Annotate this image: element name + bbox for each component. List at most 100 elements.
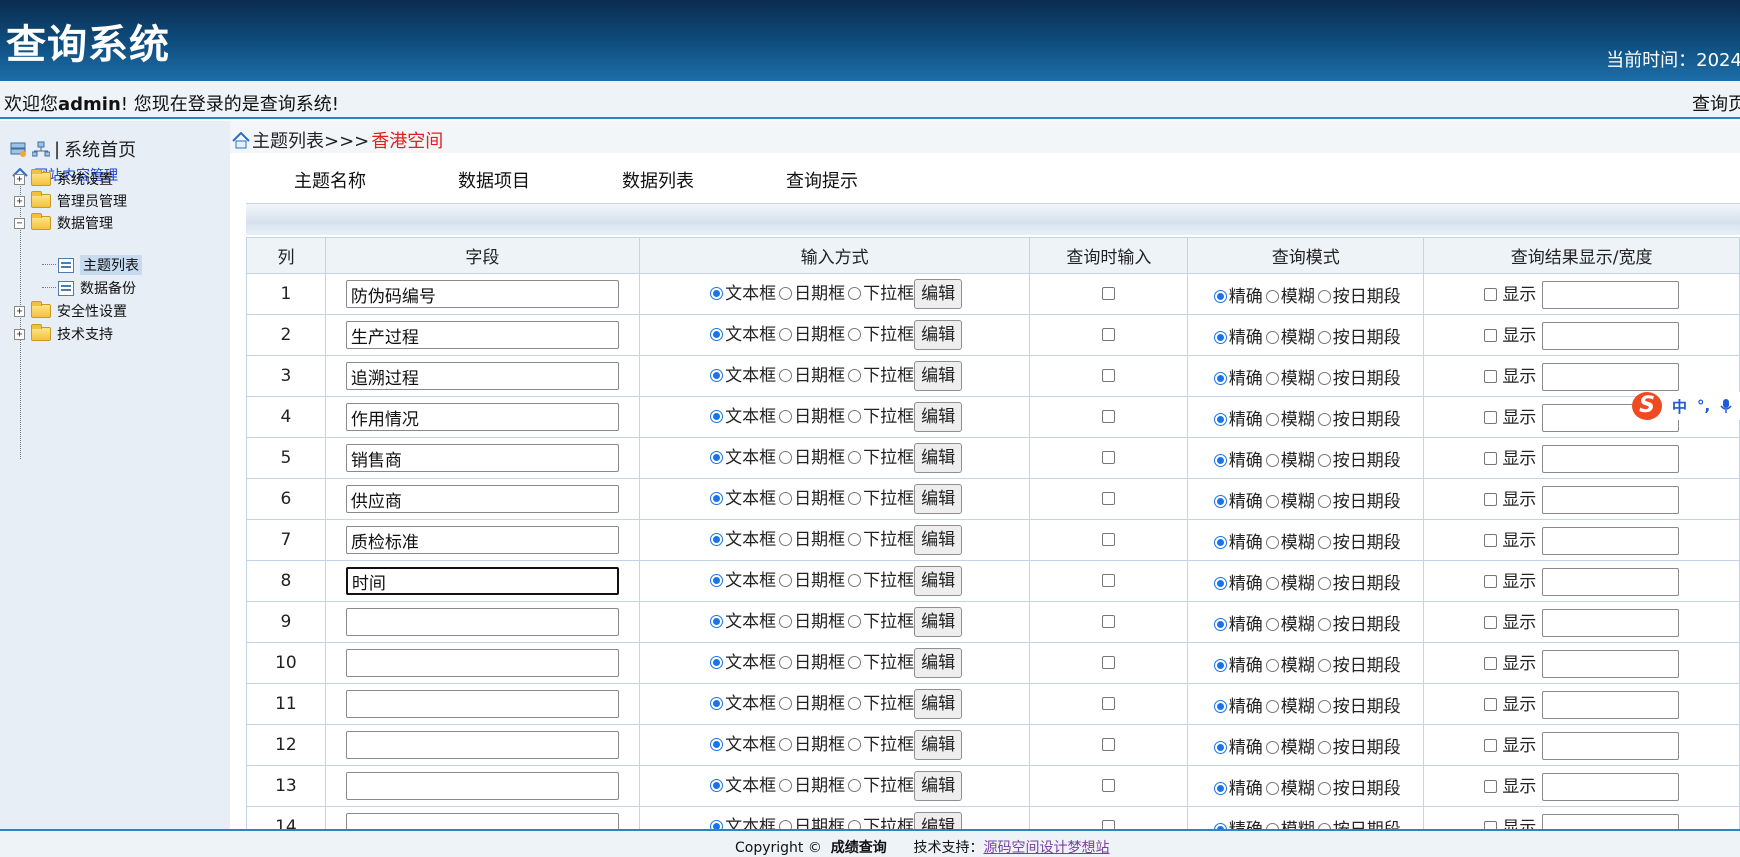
- edit-button[interactable]: 编辑: [914, 443, 963, 473]
- edit-button[interactable]: 编辑: [914, 771, 963, 801]
- input-method-radio[interactable]: [779, 574, 793, 587]
- width-input[interactable]: [1542, 690, 1680, 719]
- input-method-radio[interactable]: [848, 287, 862, 300]
- input-method-radio[interactable]: [710, 779, 724, 792]
- query-mode-radio[interactable]: [1265, 658, 1279, 672]
- query-mode-radio[interactable]: [1265, 535, 1279, 549]
- edit-button[interactable]: 编辑: [914, 525, 963, 555]
- field-name-input[interactable]: [345, 321, 619, 349]
- input-method-radio[interactable]: [710, 492, 724, 505]
- input-method-radio[interactable]: [779, 779, 793, 792]
- width-input[interactable]: [1542, 362, 1680, 391]
- show-checkbox[interactable]: [1483, 574, 1497, 588]
- query-mode-radio[interactable]: [1213, 576, 1227, 590]
- input-method-radio[interactable]: [848, 697, 862, 710]
- input-method-radio[interactable]: [848, 574, 862, 587]
- width-input[interactable]: [1542, 485, 1680, 514]
- field-name-input[interactable]: [345, 649, 619, 677]
- query-mode-radio[interactable]: [1213, 535, 1227, 549]
- input-method-radio[interactable]: [779, 369, 793, 382]
- edit-button[interactable]: 编辑: [914, 279, 963, 309]
- input-method-radio[interactable]: [848, 779, 862, 792]
- query-input-checkbox[interactable]: [1102, 410, 1116, 423]
- show-checkbox[interactable]: [1483, 287, 1497, 301]
- input-method-radio[interactable]: [848, 656, 862, 669]
- width-input[interactable]: [1542, 731, 1680, 760]
- edit-button[interactable]: 编辑: [914, 607, 963, 637]
- query-input-checkbox[interactable]: [1102, 697, 1116, 710]
- edit-button[interactable]: 编辑: [914, 812, 963, 829]
- sidebar-item-security-settings[interactable]: + 安全性设置: [14, 301, 127, 321]
- query-mode-radio[interactable]: [1317, 453, 1331, 467]
- query-mode-radio[interactable]: [1317, 494, 1331, 508]
- input-method-radio[interactable]: [710, 820, 724, 829]
- field-name-input[interactable]: [345, 403, 619, 431]
- show-checkbox[interactable]: [1483, 533, 1497, 547]
- tab-data-items[interactable]: 数据项目: [458, 167, 530, 193]
- input-method-radio[interactable]: [848, 328, 862, 341]
- input-method-radio[interactable]: [779, 328, 793, 341]
- tab-query-tips[interactable]: 查询提示: [786, 167, 858, 193]
- query-mode-radio[interactable]: [1213, 617, 1227, 631]
- query-mode-radio[interactable]: [1265, 617, 1279, 631]
- edit-button[interactable]: 编辑: [914, 730, 963, 760]
- width-input[interactable]: [1542, 813, 1680, 829]
- input-method-radio[interactable]: [710, 574, 724, 587]
- input-method-radio[interactable]: [710, 451, 724, 464]
- query-mode-radio[interactable]: [1213, 330, 1227, 344]
- show-checkbox[interactable]: [1483, 779, 1497, 793]
- input-method-radio[interactable]: [848, 533, 862, 546]
- query-input-checkbox[interactable]: [1102, 533, 1116, 546]
- show-checkbox[interactable]: [1483, 738, 1497, 752]
- query-mode-radio[interactable]: [1265, 289, 1279, 303]
- width-input[interactable]: [1542, 567, 1680, 596]
- input-method-radio[interactable]: [848, 492, 862, 505]
- query-mode-radio[interactable]: [1265, 699, 1279, 713]
- field-name-input[interactable]: [345, 567, 619, 595]
- query-input-checkbox[interactable]: [1102, 492, 1116, 505]
- query-page-link[interactable]: 查询页: [1692, 90, 1740, 116]
- query-mode-radio[interactable]: [1317, 289, 1331, 303]
- query-mode-radio[interactable]: [1317, 535, 1331, 549]
- edit-button[interactable]: 编辑: [914, 402, 963, 432]
- microphone-icon[interactable]: [1720, 398, 1732, 414]
- sidebar-item-admin-management[interactable]: + 管理员管理: [14, 191, 127, 211]
- tab-topic-name[interactable]: 主题名称: [294, 167, 366, 193]
- field-name-input[interactable]: [345, 731, 619, 759]
- query-input-checkbox[interactable]: [1102, 779, 1116, 792]
- show-checkbox[interactable]: [1483, 369, 1497, 383]
- tab-data-list[interactable]: 数据列表: [622, 167, 694, 193]
- edit-button[interactable]: 编辑: [914, 320, 963, 350]
- show-checkbox[interactable]: [1483, 656, 1497, 670]
- input-method-radio[interactable]: [779, 738, 793, 751]
- input-method-radio[interactable]: [779, 451, 793, 464]
- width-input[interactable]: [1542, 649, 1680, 678]
- ime-toolbar[interactable]: S 中 °,: [1632, 392, 1740, 420]
- edit-button[interactable]: 编辑: [914, 648, 963, 678]
- input-method-radio[interactable]: [710, 697, 724, 710]
- query-mode-radio[interactable]: [1265, 412, 1279, 426]
- field-name-input[interactable]: [345, 690, 619, 718]
- query-mode-radio[interactable]: [1213, 371, 1227, 385]
- input-method-radio[interactable]: [710, 410, 724, 423]
- width-input[interactable]: [1542, 280, 1680, 309]
- sidebar-subitem-data-backup[interactable]: 数据备份: [58, 278, 136, 298]
- width-input[interactable]: [1542, 526, 1680, 555]
- query-input-checkbox[interactable]: [1102, 656, 1116, 669]
- query-mode-radio[interactable]: [1317, 617, 1331, 631]
- show-checkbox[interactable]: [1483, 451, 1497, 465]
- query-mode-radio[interactable]: [1265, 330, 1279, 344]
- field-name-input[interactable]: [345, 608, 619, 636]
- sidebar-item-tech-support[interactable]: + 技术支持: [14, 324, 113, 344]
- input-method-radio[interactable]: [779, 410, 793, 423]
- query-mode-radio[interactable]: [1317, 412, 1331, 426]
- query-mode-radio[interactable]: [1317, 371, 1331, 385]
- query-input-checkbox[interactable]: [1102, 820, 1116, 829]
- query-mode-radio[interactable]: [1213, 453, 1227, 467]
- width-input[interactable]: [1542, 772, 1680, 801]
- input-method-radio[interactable]: [848, 820, 862, 829]
- field-name-input[interactable]: [345, 813, 619, 829]
- edit-button[interactable]: 编辑: [914, 566, 963, 596]
- query-mode-radio[interactable]: [1265, 781, 1279, 795]
- query-input-checkbox[interactable]: [1102, 451, 1116, 464]
